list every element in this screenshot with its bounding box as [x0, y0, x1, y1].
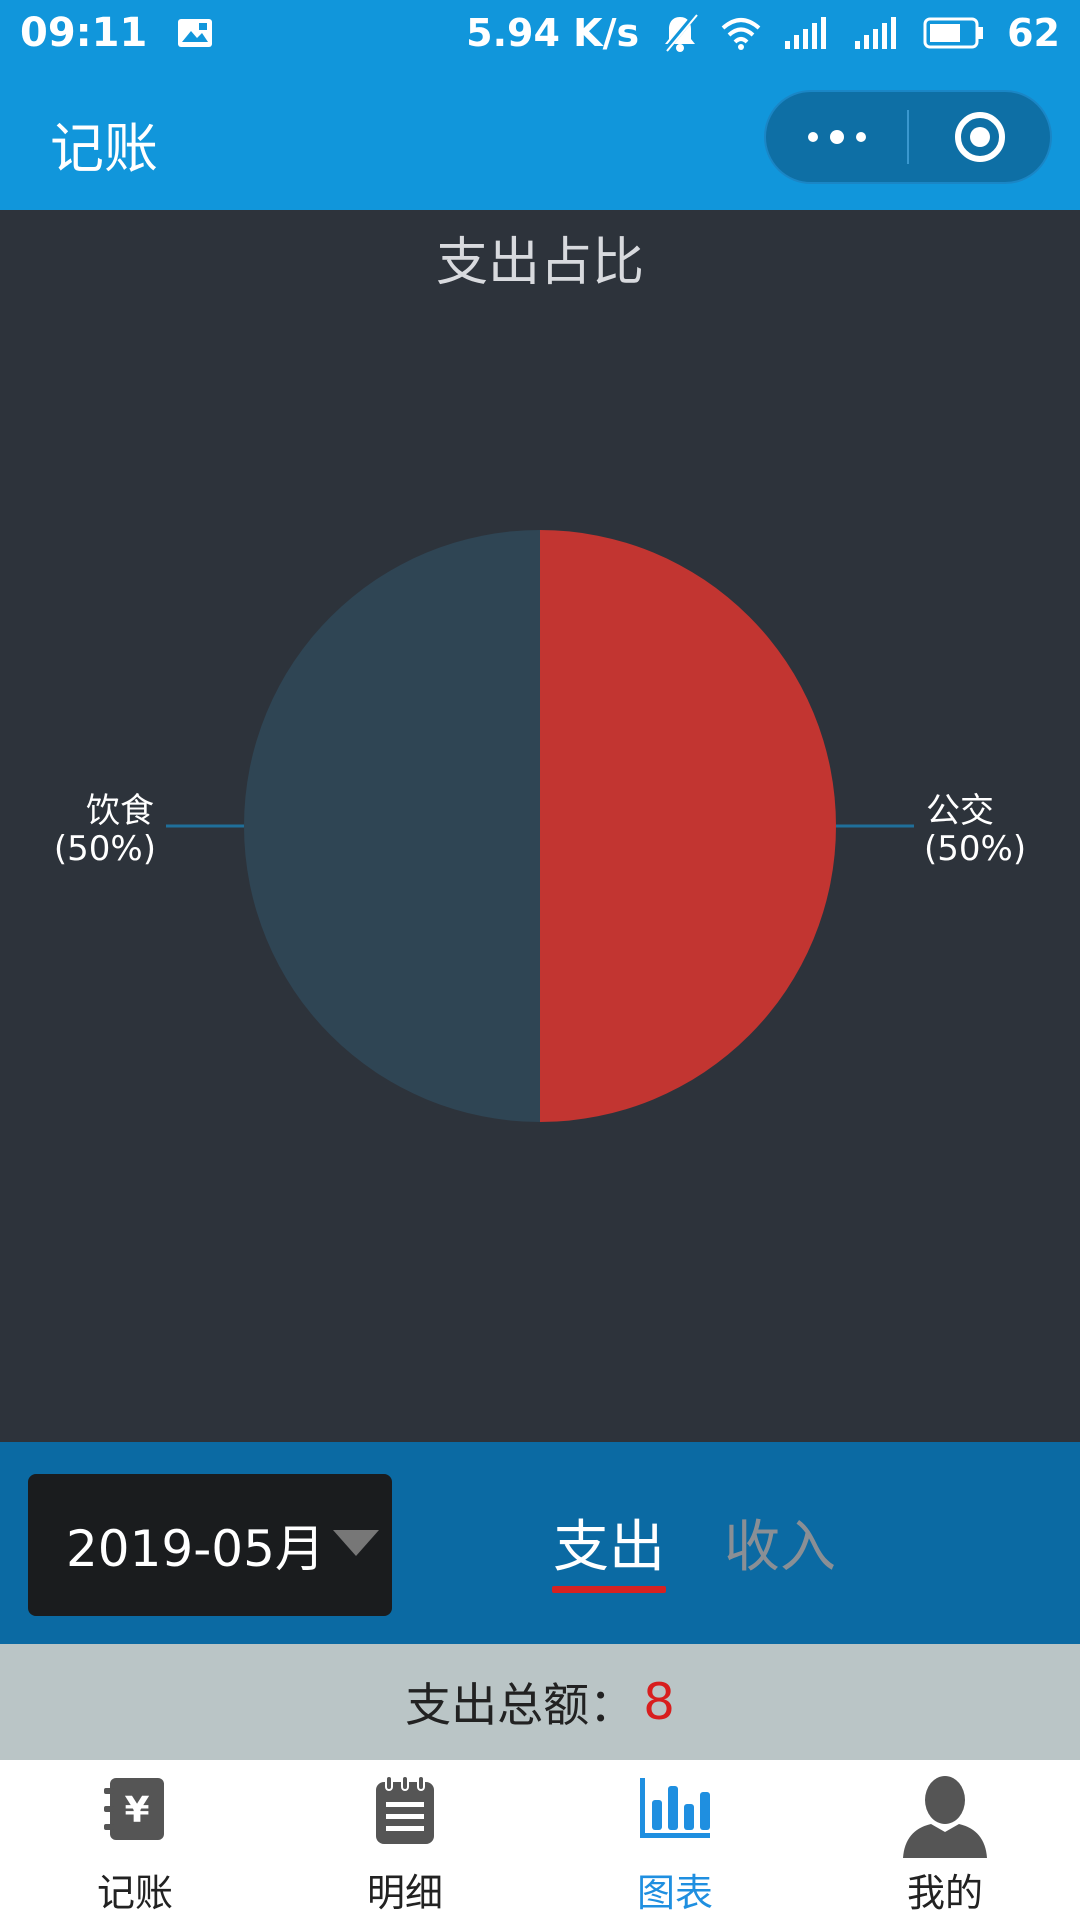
nav-bar: 记账	[0, 66, 1080, 210]
signal-icon	[853, 15, 901, 51]
tab-income[interactable]: 收入	[724, 1502, 836, 1583]
battery-level: 62	[1007, 11, 1060, 55]
tabbar-label: 明细	[366, 1871, 443, 1915]
chart-area: 支出占比 公交 (50%) 饮食 (50%)	[0, 210, 1080, 1442]
gallery-icon	[177, 18, 213, 48]
svg-text:¥: ¥	[124, 1790, 149, 1831]
status-time: 09:11	[20, 10, 148, 56]
bar-chart-icon	[638, 1774, 712, 1844]
tabbar-label: 图表	[636, 1871, 713, 1915]
slice-percent-label: (50%)	[54, 829, 156, 869]
miniprogram-capsule	[764, 90, 1052, 184]
pie-chart: 公交(50%)饮食(50%)	[54, 530, 1026, 1122]
close-target-icon	[952, 109, 1008, 165]
yen-book-icon: ¥	[102, 1774, 168, 1848]
month-picker[interactable]: 2019-05月	[28, 1474, 392, 1616]
tabbar-item-chart[interactable]: 图表	[540, 1760, 810, 1920]
tabbar-item-record[interactable]: ¥ 记账	[0, 1760, 270, 1920]
slice-name-label: 公交	[926, 791, 994, 831]
mute-icon	[661, 13, 699, 53]
filter-bar: 2019-05月 支出 收入	[0, 1442, 1080, 1644]
user-icon	[901, 1774, 989, 1862]
pie-slice-0[interactable]	[540, 530, 836, 1122]
close-button[interactable]	[909, 92, 1050, 182]
page-title: 记账	[50, 117, 158, 180]
total-value: 8	[643, 1673, 675, 1731]
notepad-icon	[374, 1774, 436, 1850]
tabbar-label: 我的	[906, 1871, 983, 1915]
more-dots-icon	[805, 127, 869, 147]
more-button[interactable]	[766, 92, 907, 182]
pie-slice-1[interactable]	[244, 530, 540, 1122]
tabbar-item-detail[interactable]: 明细	[270, 1760, 540, 1920]
slice-percent-label: (50%)	[924, 829, 1026, 869]
wifi-icon	[721, 16, 761, 50]
month-value: 2019-05月	[66, 1520, 325, 1578]
slice-name-label: 饮食	[86, 791, 154, 831]
battery-icon	[923, 17, 985, 49]
tabbar-item-mine[interactable]: 我的	[810, 1760, 1080, 1920]
bottom-tabbar: ¥ 记账 明细 图表 我的	[0, 1760, 1080, 1920]
dropdown-arrow-icon	[331, 1528, 381, 1562]
total-label: 支出总额：	[405, 1678, 636, 1732]
signal-4g-icon	[783, 15, 831, 51]
tabbar-label: 记账	[96, 1871, 173, 1915]
total-bar: 支出总额： 8	[0, 1644, 1080, 1760]
status-bar: 09:11 5.94 K/s 62	[0, 0, 1080, 66]
tab-active-indicator	[552, 1586, 666, 1593]
tab-expense[interactable]: 支出	[553, 1502, 665, 1583]
network-speed: 5.94 K/s	[466, 11, 640, 55]
